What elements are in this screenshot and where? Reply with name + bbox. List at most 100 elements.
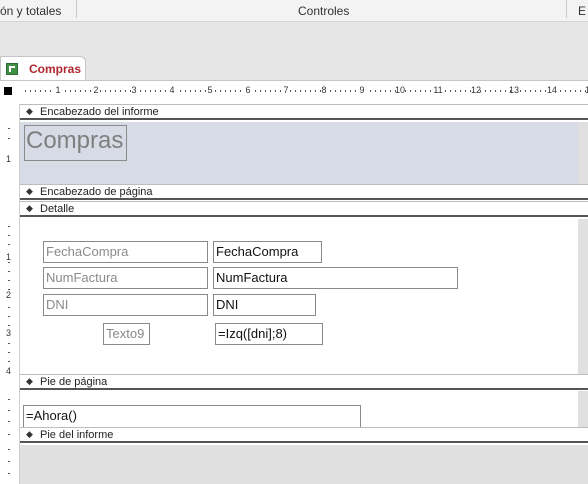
ribbon-group-separator bbox=[566, 0, 567, 18]
section-bar-report-footer[interactable]: ◆ Pie del informe bbox=[20, 427, 588, 443]
ruler-mark: 4 bbox=[169, 85, 175, 95]
ruler-tick bbox=[25, 90, 26, 92]
ruler-mark: 3 bbox=[131, 85, 137, 95]
ruler-tick bbox=[495, 90, 496, 92]
ruler-tick bbox=[65, 90, 66, 92]
ruler-tick bbox=[8, 271, 10, 272]
fechacompra-textbox[interactable]: FechaCompra bbox=[213, 241, 322, 263]
ruler-tick bbox=[8, 473, 10, 474]
ruler-tick bbox=[8, 449, 10, 450]
ruler-tick bbox=[445, 90, 446, 92]
ruler-tick bbox=[305, 90, 306, 92]
dni-textbox[interactable]: DNI bbox=[213, 294, 316, 316]
ruler-tick bbox=[30, 90, 31, 92]
section-bar-detail[interactable]: ◆ Detalle bbox=[20, 201, 588, 217]
ruler-tick bbox=[315, 90, 316, 92]
ruler-tick bbox=[270, 90, 271, 92]
dni-label[interactable]: DNI bbox=[43, 294, 208, 316]
ruler-tick bbox=[40, 90, 41, 92]
ruler-tick bbox=[485, 90, 486, 92]
ruler-tick bbox=[395, 90, 396, 92]
ruler-tick bbox=[80, 90, 81, 92]
section-arrow-icon: ◆ bbox=[26, 429, 33, 439]
ruler-tick bbox=[350, 90, 351, 92]
tab-compras[interactable]: Compras bbox=[0, 56, 86, 80]
ruler-tick bbox=[525, 90, 526, 92]
ruler-tick bbox=[380, 90, 381, 92]
ruler-mark: 3 bbox=[6, 328, 12, 338]
ruler-tick bbox=[545, 90, 546, 92]
ruler-tick bbox=[300, 90, 301, 92]
ruler-tick bbox=[460, 90, 461, 92]
ruler-tick bbox=[275, 90, 276, 92]
section-bar-page-footer[interactable]: ◆ Pie de página bbox=[20, 374, 588, 390]
ruler-tick bbox=[50, 90, 51, 92]
section-bar-page-header[interactable]: ◆ Encabezado de página bbox=[20, 184, 588, 200]
ruler-tick bbox=[90, 90, 91, 92]
ruler-tick bbox=[8, 226, 10, 227]
ruler-tick bbox=[480, 90, 481, 92]
ruler-tick bbox=[8, 316, 10, 317]
ruler-tick bbox=[420, 90, 421, 92]
ruler-tick bbox=[205, 90, 206, 92]
numfactura-label[interactable]: NumFactura bbox=[43, 267, 208, 289]
section-bar-report-header[interactable]: ◆ Encabezado del informe bbox=[20, 104, 588, 120]
ruler-tick bbox=[330, 90, 331, 92]
ruler-tick bbox=[45, 90, 46, 92]
vertical-ruler: 1 1 2 3 4 bbox=[0, 104, 20, 484]
section-label: Pie de página bbox=[40, 376, 108, 388]
ruler-tick bbox=[8, 410, 10, 411]
ruler-tick bbox=[290, 90, 291, 92]
ruler-mark: 4 bbox=[6, 366, 12, 376]
fechacompra-label[interactable]: FechaCompra bbox=[43, 241, 208, 263]
ruler-tick bbox=[125, 90, 126, 92]
ruler-tick bbox=[575, 90, 576, 92]
ruler-tick bbox=[415, 90, 416, 92]
ruler-tick bbox=[465, 90, 466, 92]
horizontal-ruler[interactable]: 123456789101112131415 bbox=[0, 83, 588, 99]
ruler-tick bbox=[8, 235, 10, 236]
ruler-mark: 7 bbox=[283, 85, 289, 95]
ruler-tick bbox=[160, 90, 161, 92]
ruler-mark: 1 bbox=[6, 154, 12, 164]
ruler-tick bbox=[8, 307, 10, 308]
ruler-tick bbox=[180, 90, 181, 92]
ruler-tick bbox=[265, 90, 266, 92]
texto9-label[interactable]: Texto9 bbox=[103, 323, 150, 345]
ruler-tick bbox=[425, 90, 426, 92]
ruler-tick bbox=[450, 90, 451, 92]
ruler-tick bbox=[8, 421, 10, 422]
ruler-tick bbox=[280, 90, 281, 92]
texto9-textbox[interactable]: =Izq([dni];8) bbox=[215, 323, 323, 345]
ruler-tick bbox=[235, 90, 236, 92]
ruler-tick bbox=[535, 90, 536, 92]
section-arrow-icon: ◆ bbox=[26, 186, 33, 196]
ruler-mark: 10 bbox=[394, 85, 406, 95]
report-icon bbox=[6, 63, 18, 75]
report-title-label[interactable]: Compras bbox=[24, 125, 127, 161]
ruler-tick bbox=[8, 280, 10, 281]
ruler-mark: 1 bbox=[55, 85, 61, 95]
ruler-tick bbox=[100, 90, 101, 92]
ruler-tick bbox=[8, 325, 10, 326]
ruler-tick bbox=[565, 90, 566, 92]
ahora-textbox[interactable]: =Ahora() bbox=[23, 405, 361, 427]
ruler-tick bbox=[470, 90, 471, 92]
tab-compras-label: Compras bbox=[29, 62, 82, 76]
ruler-tick bbox=[320, 90, 321, 92]
ruler-tick bbox=[115, 90, 116, 92]
ruler-mark: 14 bbox=[546, 85, 558, 95]
select-report-button[interactable] bbox=[4, 87, 12, 95]
ruler-tick bbox=[585, 90, 586, 92]
ribbon-group-controls-label: Controles bbox=[298, 4, 350, 18]
ruler-tick bbox=[340, 90, 341, 92]
section-arrow-icon: ◆ bbox=[26, 203, 33, 213]
ribbon-group-labels: ón y totales Controles E bbox=[0, 0, 588, 22]
numfactura-textbox[interactable]: NumFactura bbox=[213, 267, 458, 289]
canvas-outside-area bbox=[20, 445, 588, 484]
ruler-tick bbox=[410, 90, 411, 92]
ribbon-group-separator bbox=[76, 0, 77, 18]
ruler-tick bbox=[110, 90, 111, 92]
ruler-tick bbox=[355, 90, 356, 92]
ruler-tick bbox=[130, 90, 131, 92]
